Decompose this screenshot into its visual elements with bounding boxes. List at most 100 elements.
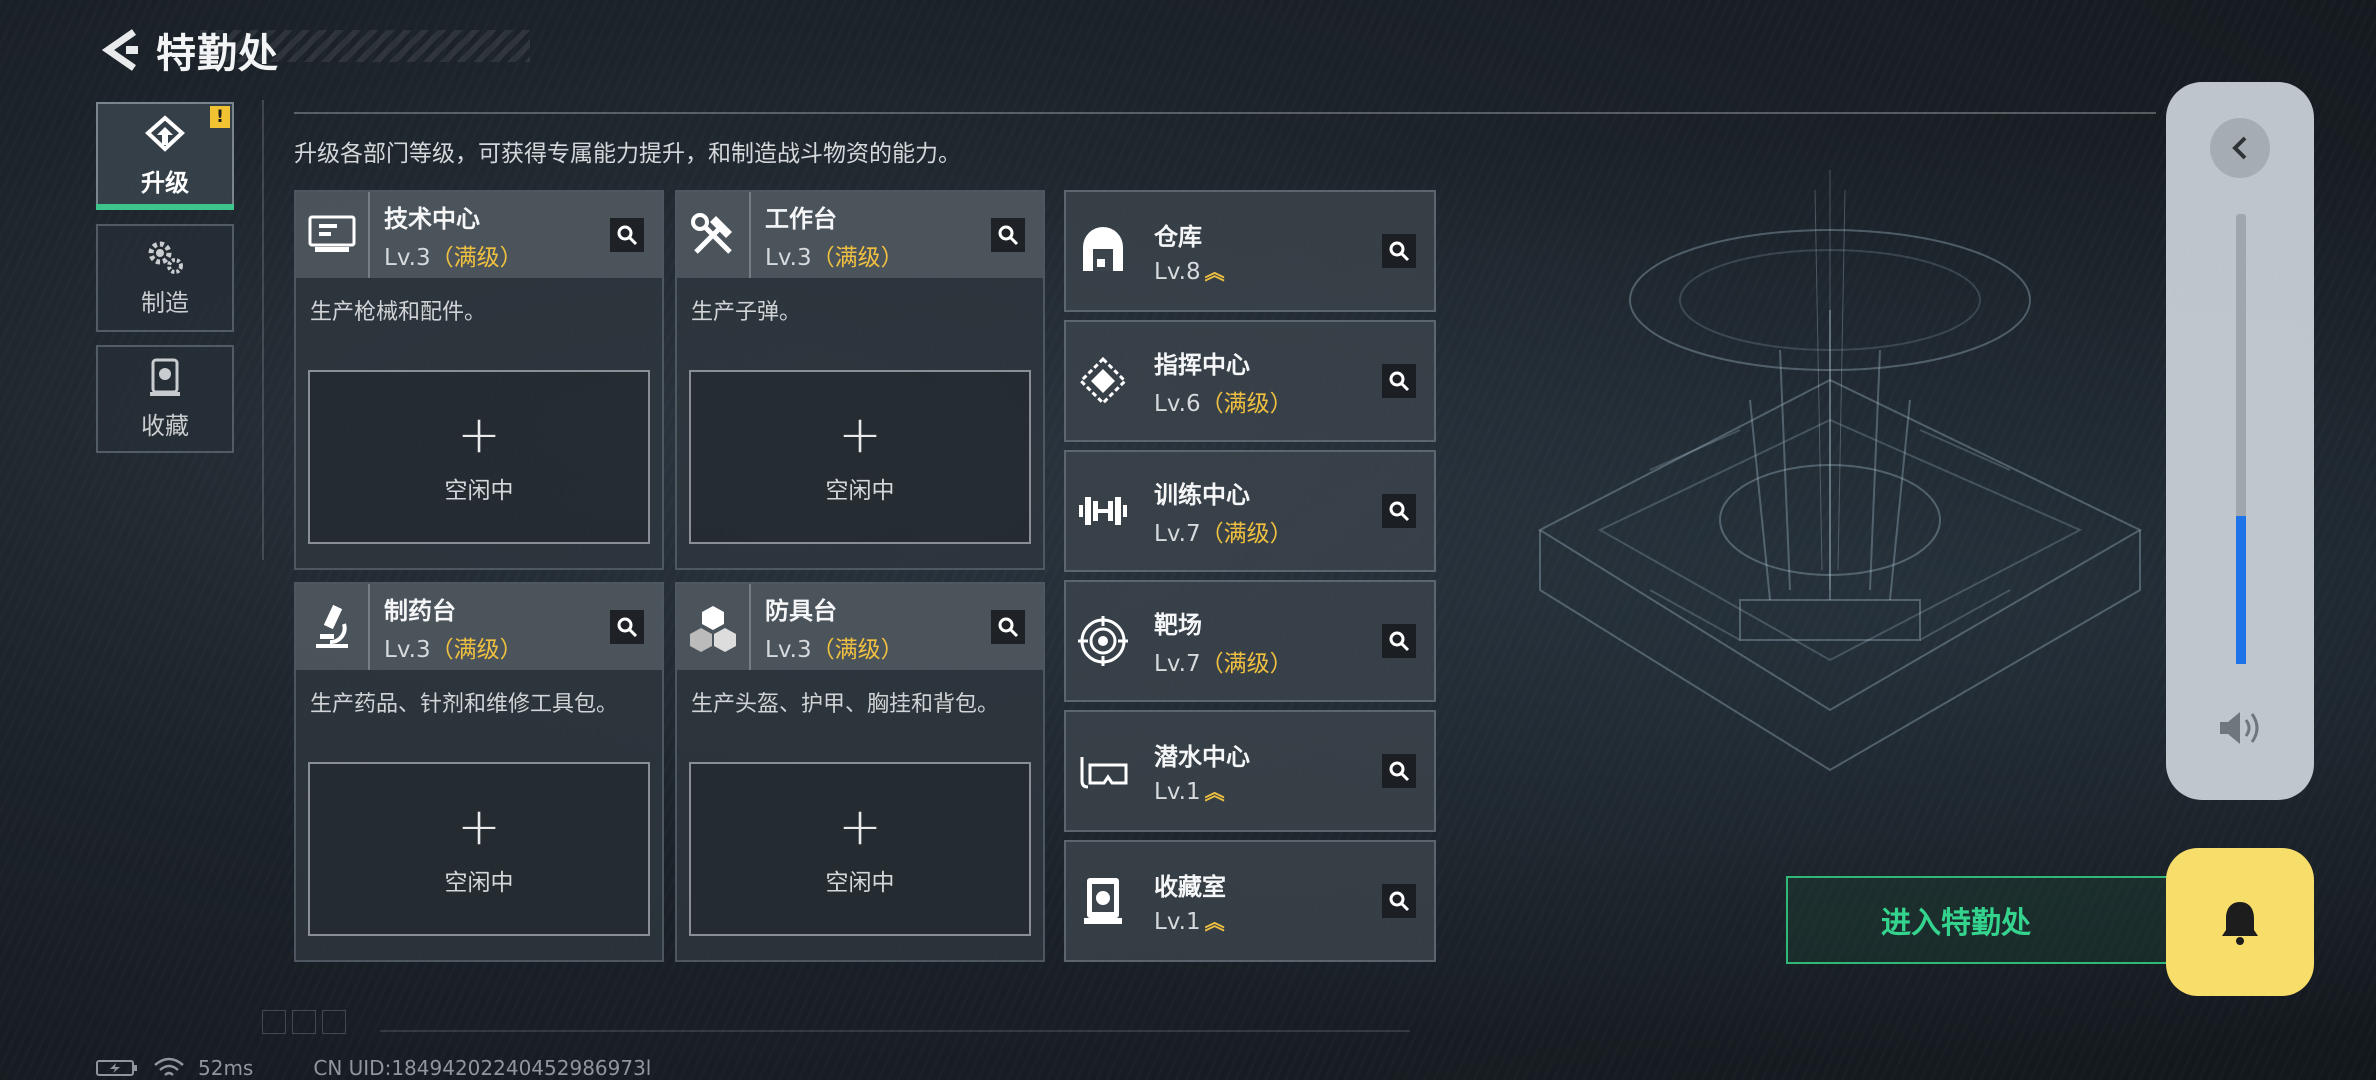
idle-slot-button[interactable]: + 空闲中 (689, 762, 1031, 936)
card-header: 工作台 Lv.3（满级） (677, 192, 1043, 278)
tab-collection-label: 收藏 (141, 411, 189, 440)
facility-level: Lv.6 (1154, 390, 1201, 417)
search-icon (1389, 241, 1410, 262)
search-icon (1389, 631, 1410, 652)
facility-warehouse[interactable]: 仓库 Lv.8 ︽ (1064, 190, 1436, 312)
bottom-rule (380, 1030, 1410, 1032)
facility-command-center[interactable]: 指挥中心 Lv.6（满级） (1064, 320, 1436, 442)
search-icon (1389, 761, 1410, 782)
max-level-tag: （满级） (1200, 650, 1293, 677)
volume-panel (2166, 82, 2314, 800)
idle-status: 空闲中 (825, 870, 895, 896)
idle-slot-button[interactable]: + 空闲中 (308, 762, 650, 936)
search-icon (1389, 891, 1410, 912)
idle-status: 空闲中 (444, 870, 514, 896)
search-icon (1389, 371, 1410, 392)
upgrade-available-icon: ︽ (1204, 780, 1225, 804)
card-header: 防具台 Lv.3（满级） (677, 584, 1043, 670)
mute-button[interactable] (2212, 700, 2268, 756)
card-name: 制药台 (384, 596, 456, 625)
back-button[interactable] (96, 22, 144, 78)
bottom-decoration (262, 1010, 346, 1034)
card-level: Lv.3 (765, 244, 812, 271)
facility-name: 指挥中心 (1154, 350, 1250, 379)
card-level: Lv.3 (384, 244, 431, 271)
battery-icon (96, 1060, 137, 1076)
left-divider (262, 100, 264, 560)
collapse-panel-button[interactable] (2210, 118, 2270, 178)
facility-name: 仓库 (1154, 223, 1202, 251)
facility-level: Lv.7 (1154, 650, 1201, 677)
facility-level: Lv.1 (1154, 779, 1201, 805)
inspect-button[interactable] (1382, 884, 1416, 918)
dumbbell-icon (1066, 452, 1140, 570)
production-card-armor: 防具台 Lv.3（满级） 生产头盔、护甲、胸挂和背包。 + 空闲中 (675, 582, 1045, 962)
enter-special-ops-button[interactable]: 进入特勤处 (1786, 876, 2186, 964)
tab-collection[interactable]: 收藏 (96, 345, 234, 453)
inspect-button[interactable] (1382, 234, 1416, 268)
volume-slider[interactable] (2236, 214, 2246, 664)
plus-icon: + (838, 405, 882, 465)
card-level: Lv.3 (765, 636, 812, 663)
card-description: 生产药品、针剂和维修工具包。 (310, 692, 619, 717)
chevron-left-icon (2232, 136, 2247, 160)
max-level-tag: （满级） (1200, 520, 1293, 547)
workbench-icon (677, 192, 751, 278)
facility-shooting-range[interactable]: 靶场 Lv.7（满级） (1064, 580, 1436, 702)
page-title: 特勤处 (156, 31, 279, 77)
facility-collection-room[interactable]: 收藏室 Lv.1 ︽ (1064, 840, 1436, 962)
warehouse-icon (1066, 192, 1140, 310)
upgrade-available-icon: ︽ (1204, 910, 1225, 934)
plus-icon: + (457, 405, 501, 465)
inspect-button[interactable] (991, 610, 1025, 644)
notification-bell-button[interactable] (2166, 848, 2314, 996)
production-card-tech-center: 技术中心 Lv.3（满级） 生产枪械和配件。 + 空闲中 (294, 190, 664, 570)
wifi-icon (154, 1057, 184, 1076)
inspect-button[interactable] (610, 218, 644, 252)
enter-button-label: 进入特勤处 (1881, 906, 2031, 941)
microscope-icon (296, 584, 370, 670)
inspect-button[interactable] (1382, 364, 1416, 398)
warning-badge: ! (210, 106, 230, 128)
base-building-wireframe (1537, 170, 2143, 772)
card-name: 技术中心 (384, 204, 480, 233)
facility-name: 潜水中心 (1154, 743, 1250, 771)
inspect-button[interactable] (610, 610, 644, 644)
production-card-workbench: 工作台 Lv.3（满级） 生产子弹。 + 空闲中 (675, 190, 1045, 570)
max-level-tag: （满级） (430, 636, 523, 663)
card-header: 技术中心 Lv.3（满级） (296, 192, 662, 278)
diving-mask-icon (1066, 712, 1140, 830)
status-bar: 52ms CN UID:18494202240452986973l (96, 1056, 651, 1080)
card-level: Lv.3 (384, 636, 431, 663)
facility-diving-center[interactable]: 潜水中心 Lv.1 ︽ (1064, 710, 1436, 832)
tab-upgrade-label: 升级 (141, 168, 189, 197)
card-header: 制药台 Lv.3（满级） (296, 584, 662, 670)
tab-craft[interactable]: 制造 (96, 224, 234, 332)
plus-icon: + (838, 797, 882, 857)
facility-name: 训练中心 (1154, 480, 1250, 509)
facility-name: 收藏室 (1154, 873, 1226, 901)
plus-icon: + (457, 797, 501, 857)
upgrade-house-icon (145, 114, 185, 152)
bell-icon (2222, 902, 2258, 945)
inspect-button[interactable] (991, 218, 1025, 252)
idle-status: 空闲中 (825, 478, 895, 504)
facility-level: Lv.1 (1154, 909, 1201, 935)
card-name: 防具台 (765, 596, 837, 625)
tab-upgrade[interactable]: ! 升级 (96, 102, 234, 210)
search-icon (1389, 501, 1410, 522)
facility-name: 靶场 (1154, 610, 1202, 639)
speaker-icon (2220, 712, 2259, 744)
max-level-tag: （满级） (430, 244, 523, 271)
inspect-button[interactable] (1382, 754, 1416, 788)
inspect-button[interactable] (1382, 624, 1416, 658)
tab-craft-label: 制造 (141, 288, 189, 317)
facility-training-center[interactable]: 训练中心 Lv.7（满级） (1064, 450, 1436, 572)
inspect-button[interactable] (1382, 494, 1416, 528)
idle-slot-button[interactable]: + 空闲中 (689, 370, 1031, 544)
header-divider (294, 112, 2156, 114)
command-center-icon (1066, 322, 1140, 440)
idle-slot-button[interactable]: + 空闲中 (308, 370, 650, 544)
page-description: 升级各部门等级，可获得专属能力提升，和制造战斗物资的能力。 (294, 141, 961, 167)
search-icon (617, 225, 638, 246)
